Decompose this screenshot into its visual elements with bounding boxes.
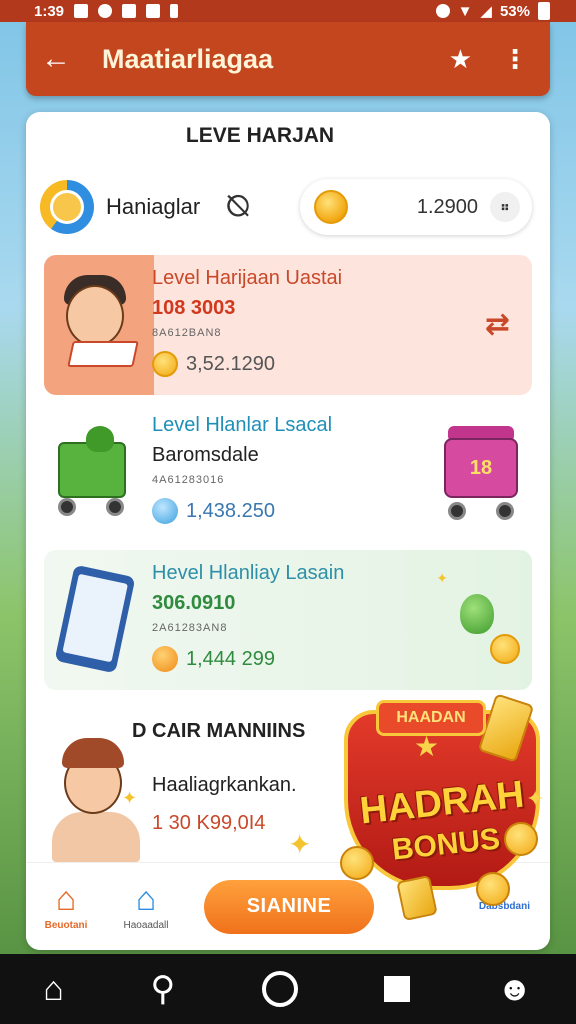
item-tiny-label: 4A61283016: [152, 474, 225, 486]
sys-overview-icon[interactable]: [384, 976, 411, 1002]
share-arrow-icon[interactable]: ⇄: [485, 307, 510, 342]
item-subtitle: 306.0910: [152, 592, 236, 614]
nav-house-label: Haoaadall: [123, 920, 169, 931]
sync-icon: [98, 4, 113, 18]
coin-icon: [152, 351, 178, 377]
system-nav: ⌂ ⚲ ☻: [0, 954, 576, 1024]
app-logo-icon: [40, 180, 94, 234]
sparkle-icon: ✦: [436, 570, 448, 586]
item-amount: 1,444 299: [152, 646, 275, 672]
item-amount-value: 1,438.250: [186, 499, 275, 522]
item-title: Level Harijaan Uastai: [152, 267, 343, 289]
status-time: 1:39: [34, 2, 65, 20]
bonus-badge[interactable]: HAADAN ★ HADRAH BONUS ✦: [336, 690, 556, 922]
coin-icon: [152, 646, 178, 672]
sys-search-icon[interactable]: ⚲: [150, 969, 175, 1009]
item-amount-value: 3,52.1290: [186, 352, 275, 375]
sparkle-icon: ✦: [122, 788, 138, 808]
sys-recent-icon[interactable]: [261, 971, 298, 1007]
balance-row: Haniaglar ⦰ 1.2900 ⠶: [40, 176, 532, 238]
coin-icon: [314, 190, 348, 224]
sparkle-icon: ✦: [526, 786, 545, 811]
wheel-icon: [496, 502, 514, 520]
balloon-icon: [460, 594, 494, 634]
item-tiny-label: 8A612BAN8: [152, 327, 222, 339]
item-amount: 3,52.1290: [152, 351, 275, 377]
wheel-icon: [106, 498, 124, 516]
media-icon: [170, 4, 179, 18]
compass-icon[interactable]: ⦰: [226, 190, 250, 224]
nav-house[interactable]: ⌂ Haoaadall: [106, 882, 186, 931]
dots-icon[interactable]: ⠶: [490, 192, 520, 222]
signal-icon: ◢: [480, 3, 492, 20]
coin-balance-pill[interactable]: 1.2900 ⠶: [300, 179, 532, 235]
back-arrow-icon[interactable]: ←: [26, 42, 86, 76]
coin-icon: [476, 872, 510, 906]
leaf-icon: [86, 426, 114, 452]
app-bar: ← Maatiarliagaa ★ ⋮: [26, 22, 550, 96]
sparkle-icon: ✦: [288, 829, 312, 860]
gem-icon: [152, 498, 178, 524]
nav-home-label: Beuotani: [44, 920, 88, 931]
sys-people-icon[interactable]: ☻: [497, 970, 533, 1009]
coin-value: 1.2900: [416, 195, 478, 218]
item-amount-value: 1,444 299: [186, 647, 275, 670]
boy-body: [52, 812, 140, 862]
character-avatar-icon: [66, 285, 124, 347]
boy-hat: [62, 738, 124, 768]
wifi-icon: ▼: [457, 2, 473, 20]
status-bar: 1:39 ▼ ◢ 53%: [0, 0, 576, 22]
app-title: Maatiarliagaa: [102, 43, 274, 74]
item-tiny-label: 2A61283AN8: [152, 622, 228, 634]
star-icon[interactable]: ★: [449, 44, 472, 75]
item-amount: 1,438.250: [152, 498, 275, 524]
coin-icon: [340, 846, 374, 880]
list-item-3[interactable]: Hevel Hlanliay Lasain 306.0910 2A61283AN…: [44, 550, 532, 690]
bonus-description: Haaliagrkankan.: [152, 774, 297, 796]
wheel-icon: [58, 498, 76, 516]
notification-icon: [74, 4, 89, 18]
wheel-icon: [448, 502, 466, 520]
phone-icon: [54, 564, 136, 674]
item-subtitle: Baromsdale: [152, 444, 259, 466]
list-item-1[interactable]: Level Harijaan Uastai 108 3003 8A612BAN8…: [44, 255, 532, 395]
battery-text: 53%: [499, 2, 530, 20]
nav-home[interactable]: ⌂ Beuotani: [26, 882, 106, 931]
sys-home-icon[interactable]: ⌂: [43, 970, 64, 1009]
balance-name: Haniaglar: [106, 194, 201, 219]
alarm-icon: [435, 4, 450, 18]
item-title: Level Hlanlar Lsacal: [152, 414, 333, 436]
coin-icon: [504, 822, 538, 856]
item-subtitle: 108 3003: [152, 297, 236, 319]
star-icon: ★: [414, 731, 440, 762]
book-icon: [67, 341, 139, 367]
file-icon: [146, 4, 161, 18]
mail-icon: [122, 4, 137, 18]
house-icon: ⌂: [135, 880, 157, 918]
pink-cart-icon: 18: [444, 438, 518, 498]
bonus-amount: 1 30 K99,0I4: [152, 812, 266, 834]
bonus-heading: D CAIR MANNIINS: [132, 720, 306, 742]
list-item-2[interactable]: Level Hlanlar Lsacal Baromsdale 4A612830…: [44, 402, 532, 542]
item-title: Hevel Hlanliay Lasain: [152, 562, 345, 584]
more-icon[interactable]: ⋮: [502, 46, 528, 72]
card-title: LEVE HARJAN: [185, 124, 335, 147]
home-icon: ⌂: [55, 880, 77, 918]
battery-icon: [538, 2, 550, 20]
coin-icon: [490, 634, 520, 664]
